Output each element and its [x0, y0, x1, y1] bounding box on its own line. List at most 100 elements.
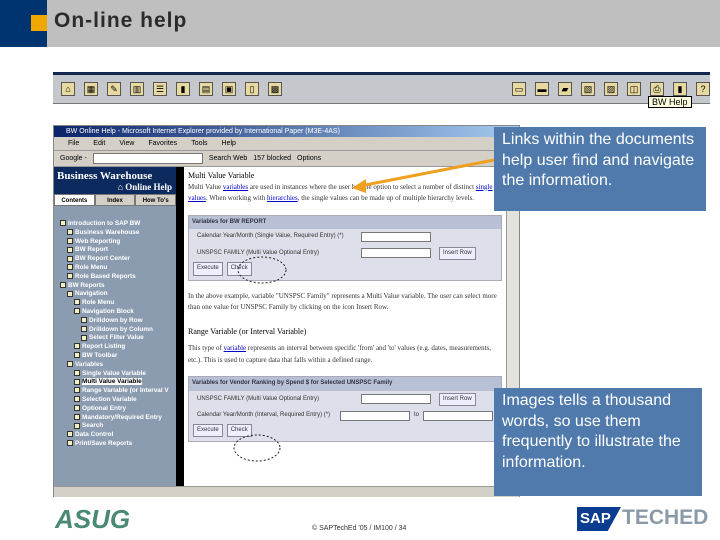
tree-item-label: Selection Variable: [82, 395, 137, 403]
menu-favorites[interactable]: Favorites: [148, 140, 177, 147]
spreadsheet-icon[interactable]: ▨: [604, 82, 618, 96]
open-folder-icon[interactable]: ▰: [558, 82, 572, 96]
tree-item[interactable]: Variables: [60, 361, 176, 370]
menu-tools[interactable]: Tools: [191, 140, 207, 147]
google-logo[interactable]: Google -: [60, 155, 87, 162]
tree-item-label: Navigation: [75, 290, 108, 298]
node-icon: [67, 237, 73, 244]
variable-label: Calendar Year/Month (Interval, Required …: [197, 412, 331, 418]
asug-logo: ASUG: [55, 504, 131, 534]
menu-file[interactable]: File: [68, 140, 79, 147]
tree-item[interactable]: Single Value Variable: [60, 370, 176, 379]
picture-icon[interactable]: ▩: [268, 82, 282, 96]
tree-item[interactable]: Selection Variable: [60, 396, 176, 405]
variable-input: [361, 394, 431, 405]
filter-icon[interactable]: ▯: [245, 82, 259, 96]
menu-view[interactable]: View: [119, 140, 134, 147]
frame-divider[interactable]: [176, 167, 184, 486]
tree-item-label: Multi Value Variable: [82, 378, 142, 386]
tab-how-tos[interactable]: How To's: [135, 194, 177, 206]
tree-item[interactable]: BW Reports: [60, 282, 176, 291]
tree-item[interactable]: Data Control: [60, 431, 176, 440]
search-web-button[interactable]: Search Web: [209, 155, 247, 162]
browser-title: BW Online Help - Microsoft Internet Expl…: [54, 126, 519, 137]
pencil-icon[interactable]: ✎: [107, 82, 121, 96]
node-icon: [67, 290, 73, 297]
chart-icon[interactable]: ▮: [176, 82, 190, 96]
tree-item[interactable]: Search: [60, 422, 176, 431]
node-icon: [74, 299, 80, 306]
text: are used in instances where the user has…: [248, 182, 476, 191]
tree-item-label: Role Menu: [75, 263, 108, 271]
insert-row-button: Insert Row: [439, 392, 476, 406]
tree-item[interactable]: BW Toolbar: [60, 352, 176, 361]
save-icon[interactable]: ▭: [512, 82, 526, 96]
bookmark-icon[interactable]: ▮: [673, 82, 687, 96]
tree-item[interactable]: Drilldown by Column: [60, 326, 176, 335]
tree-item[interactable]: Select Filter Value: [60, 334, 176, 343]
node-icon: [67, 246, 73, 253]
node-icon: [74, 405, 80, 412]
tree-item[interactable]: Role Based Reports: [60, 273, 176, 282]
node-icon: [74, 378, 80, 385]
help-header-title: Business Warehouse: [57, 170, 153, 182]
save-as-icon[interactable]: ▬: [535, 82, 549, 96]
node-icon: [74, 422, 80, 429]
tree-item-label: Range Variable (or Interval V: [82, 387, 169, 395]
tree-item[interactable]: Range Variable (or Interval V: [60, 387, 176, 396]
menu-help[interactable]: Help: [222, 140, 236, 147]
link-hierarchies[interactable]: hierarchies: [267, 194, 298, 202]
tree-item-label: Optional Entry: [82, 404, 127, 412]
tab-index[interactable]: Index: [94, 194, 136, 206]
csv-icon[interactable]: ◫: [627, 82, 641, 96]
table-icon[interactable]: ▥: [130, 82, 144, 96]
tree-item[interactable]: Report Listing: [60, 343, 176, 352]
google-search-input[interactable]: [92, 153, 203, 164]
menu-edit[interactable]: Edit: [93, 140, 105, 147]
tree-item[interactable]: Multi Value Variable: [60, 378, 176, 387]
tree-item[interactable]: Role Menu: [60, 264, 176, 273]
sap-logo: SAP: [577, 507, 621, 531]
tree-item[interactable]: Role Menu: [60, 299, 176, 308]
tree-item[interactable]: BW Report: [60, 246, 176, 255]
insert-row-button: Insert Row: [439, 246, 476, 260]
variable-label: UNSPSC FAMILY (Multi Value Optional Entr…: [197, 249, 320, 256]
link-variable[interactable]: variable: [224, 344, 247, 352]
node-icon: [81, 325, 87, 332]
link-variables[interactable]: variables: [223, 183, 248, 191]
node-icon: [60, 220, 66, 227]
tree-item[interactable]: BW Report Center: [60, 255, 176, 264]
printer-icon[interactable]: ⎙: [650, 82, 664, 96]
tree-item[interactable]: Business Warehouse: [60, 229, 176, 238]
tree-item[interactable]: Optional Entry: [60, 405, 176, 414]
variable-label: Calendar Year/Month (Single Value, Requi…: [197, 233, 344, 239]
node-icon: [67, 440, 73, 447]
document-icon[interactable]: ▤: [199, 82, 213, 96]
calculator-icon[interactable]: ▦: [84, 82, 98, 96]
horizontal-scrollbar[interactable]: [54, 486, 519, 497]
network-icon[interactable]: ▧: [581, 82, 595, 96]
tree-item[interactable]: Introduction to SAP BW: [60, 220, 176, 229]
tree-item[interactable]: Mandatory/Required Entry: [60, 414, 176, 423]
tree-item-label: Single Value Variable: [82, 369, 146, 377]
node-icon: [74, 396, 80, 403]
tree-item-label: Select Filter Value: [89, 334, 144, 342]
print-preview-icon[interactable]: ▣: [222, 82, 236, 96]
execute-button: Execute: [193, 262, 223, 276]
options-button[interactable]: Options: [297, 155, 321, 162]
text: This type of: [188, 344, 224, 352]
help-icon[interactable]: ?: [696, 82, 710, 96]
tab-contents[interactable]: Contents: [54, 194, 95, 206]
tree-item[interactable]: Drilldown by Row: [60, 317, 176, 326]
home-icon[interactable]: ⌂: [61, 82, 75, 96]
tree-item[interactable]: Navigation: [60, 290, 176, 299]
tree-item-label: Data Control: [75, 431, 114, 439]
browser-window: BW Online Help - Microsoft Internet Expl…: [53, 125, 520, 497]
tree-item[interactable]: Navigation Block: [60, 308, 176, 317]
popup-blocked-count[interactable]: 157 blocked: [253, 155, 291, 162]
list-icon[interactable]: ☰: [153, 82, 167, 96]
paragraph: This type of variable represents an inte…: [188, 343, 502, 366]
google-toolbar: Google - Search Web 157 blocked Options: [54, 151, 519, 167]
tree-item[interactable]: Web Reporting: [60, 238, 176, 247]
tree-item[interactable]: Print/Save Reports: [60, 440, 176, 449]
